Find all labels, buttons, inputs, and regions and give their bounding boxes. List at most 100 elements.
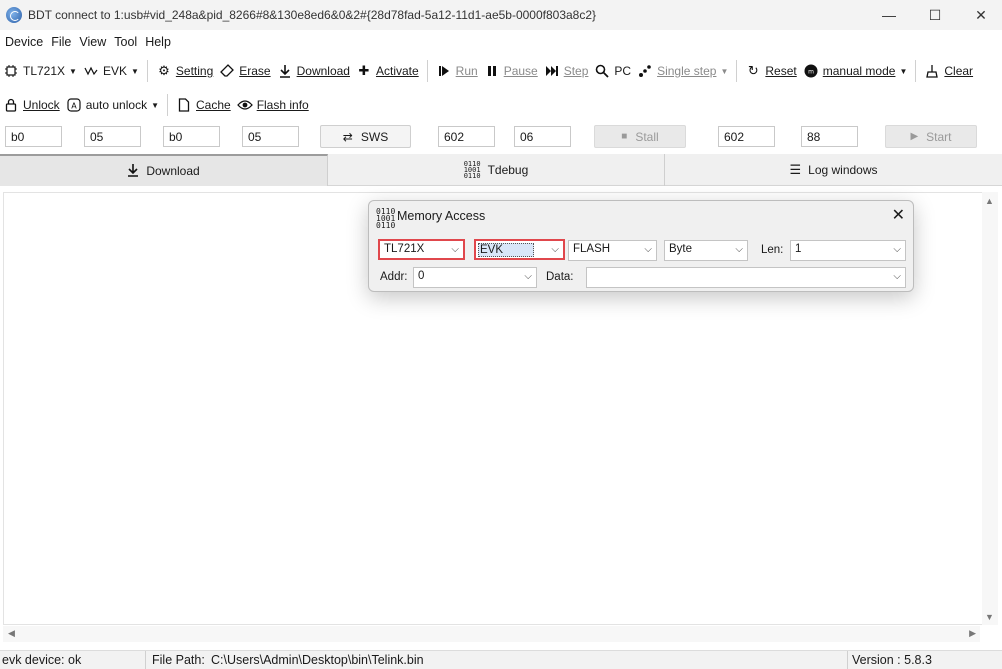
- erase-button[interactable]: Erase: [216, 58, 273, 84]
- auto-unlock-select[interactable]: A auto unlock ▼: [63, 92, 162, 118]
- dialog-memory-select[interactable]: FLASH ⌵: [568, 240, 657, 261]
- unlock-button[interactable]: Unlock: [0, 92, 63, 118]
- single-step-label: Single step: [657, 64, 717, 78]
- field-1[interactable]: b0: [5, 126, 62, 147]
- menu-device[interactable]: Device: [2, 35, 46, 49]
- eraser-icon: [219, 63, 235, 79]
- field-3[interactable]: b0: [163, 126, 220, 147]
- start-button[interactable]: ▶ Start: [885, 125, 977, 148]
- broom-icon: [924, 63, 940, 79]
- dialog-board-select[interactable]: EVK ⌵: [474, 239, 565, 260]
- mode-icon: m: [803, 63, 819, 79]
- version-label: Version : 5.8.3: [852, 653, 932, 667]
- clear-button[interactable]: Clear: [921, 58, 976, 84]
- sws-button[interactable]: ⇄ SWS: [320, 125, 411, 148]
- menu-help[interactable]: Help: [142, 35, 174, 49]
- svg-text:A: A: [71, 102, 77, 111]
- dialog-title: Memory Access: [397, 209, 486, 223]
- pc-label: PC: [614, 64, 632, 78]
- activate-label: Activate: [375, 64, 419, 78]
- minimize-button[interactable]: —: [866, 0, 912, 30]
- close-window-button[interactable]: ✕: [958, 0, 1002, 30]
- step-icon: [544, 63, 560, 79]
- board-select[interactable]: EVK ▼: [80, 58, 142, 84]
- field-8[interactable]: 88: [801, 126, 858, 147]
- stop-square-icon: ■: [621, 131, 628, 142]
- unlock-label: Unlock: [23, 98, 60, 112]
- pc-button[interactable]: PC: [591, 58, 634, 84]
- single-step-select[interactable]: Single step ▼: [634, 58, 731, 84]
- len-combobox[interactable]: 1 ⌵: [790, 240, 906, 261]
- menu-tool[interactable]: Tool: [111, 35, 140, 49]
- menu-view[interactable]: View: [76, 35, 109, 49]
- addr-value: 0: [418, 270, 425, 282]
- field-6[interactable]: 06: [514, 126, 571, 147]
- run-icon: [436, 63, 452, 79]
- setting-button[interactable]: ⚙ Setting: [153, 58, 216, 84]
- addr-combobox[interactable]: 0 ⌵: [413, 267, 537, 288]
- cache-button[interactable]: Cache: [173, 92, 234, 118]
- dialog-chip-value: TL721X: [384, 243, 425, 255]
- field-5[interactable]: 602: [438, 126, 495, 147]
- run-button[interactable]: Run: [433, 58, 481, 84]
- dialog-unit-select[interactable]: Byte ⌵: [664, 240, 748, 261]
- run-label: Run: [455, 64, 478, 78]
- stall-button[interactable]: ■ Stall: [594, 125, 686, 148]
- download-button[interactable]: Download: [274, 58, 353, 84]
- status-divider: [847, 651, 848, 669]
- tab-log-windows[interactable]: ☰ Log windows: [665, 154, 1002, 186]
- activate-button[interactable]: ✚ Activate: [353, 58, 422, 84]
- chevron-down-icon: ▼: [69, 66, 77, 76]
- chevron-down-icon: ⌵: [644, 244, 652, 255]
- file-path-value: C:\Users\Admin\Desktop\bin\Telink.bin: [211, 653, 424, 667]
- addr-label: Addr:: [380, 271, 408, 283]
- footsteps-icon: [637, 63, 653, 79]
- toolbar-separator: [915, 60, 917, 82]
- tab-download[interactable]: Download: [0, 154, 328, 186]
- scroll-left-icon[interactable]: ◀: [8, 628, 15, 639]
- dialog-unit-value: Byte: [669, 243, 693, 255]
- step-button[interactable]: Step: [541, 58, 592, 84]
- mode-select[interactable]: m manual mode ▼: [800, 58, 911, 84]
- main-toolbar: TL721X ▼ EVK ▼ ⚙ Setting Erase Download …: [0, 57, 1002, 85]
- refresh-icon: ↻: [747, 63, 759, 78]
- chevron-down-icon: ▼: [720, 66, 729, 76]
- toolbar-separator: [736, 60, 738, 82]
- menu-file[interactable]: File: [48, 35, 74, 49]
- padlock-icon: [3, 97, 19, 113]
- field-2[interactable]: 05: [84, 126, 141, 147]
- clear-label: Clear: [944, 64, 974, 78]
- field-7[interactable]: 602: [718, 126, 775, 147]
- pause-button[interactable]: Pause: [481, 58, 541, 84]
- secondary-toolbar: Unlock A auto unlock ▼ Cache Flash info: [0, 91, 1002, 119]
- toolbar-separator: [167, 94, 168, 116]
- close-icon[interactable]: ✕: [892, 205, 905, 225]
- flash-info-label: Flash info: [256, 98, 309, 112]
- title-bar: BDT connect to 1:usb#vid_248a&pid_8266#8…: [0, 0, 1002, 30]
- gear-icon: ⚙: [158, 63, 170, 78]
- scroll-right-icon[interactable]: ▶: [969, 628, 976, 639]
- chip-select[interactable]: TL721X ▼: [0, 58, 80, 84]
- chevron-down-icon: ⌵: [893, 271, 901, 282]
- menu-bar: Device File View Tool Help: [0, 31, 176, 53]
- memory-access-dialog: 0110 1001 0110 Memory Access ✕ TL721X ⌵ EV…: [368, 200, 914, 292]
- flash-info-button[interactable]: Flash info: [234, 92, 312, 118]
- horizontal-scrollbar[interactable]: ◀ ▶: [3, 626, 980, 642]
- maximize-button[interactable]: ☐: [912, 0, 958, 30]
- download-label: Download: [296, 64, 350, 78]
- scroll-up-icon[interactable]: ▲: [985, 196, 994, 206]
- plus-icon: ✚: [358, 63, 370, 78]
- auto-lock-icon: A: [66, 97, 82, 113]
- file-path-label: File Path:: [152, 653, 205, 667]
- tab-tdebug[interactable]: 0110 1001 0110 Tdebug: [328, 154, 665, 186]
- len-value: 1: [795, 243, 802, 255]
- reset-button[interactable]: ↻ Reset: [742, 58, 799, 84]
- vertical-scrollbar[interactable]: ▲ ▼: [982, 192, 998, 625]
- tab-bar: Download 0110 1001 0110 Tdebug ☰ Log windo…: [0, 154, 1002, 186]
- field-4[interactable]: 05: [242, 126, 299, 147]
- chevron-down-icon: ⌵: [893, 244, 901, 255]
- scroll-down-icon[interactable]: ▼: [985, 612, 994, 622]
- list-icon: ☰: [789, 162, 802, 177]
- dialog-chip-select[interactable]: TL721X ⌵: [378, 239, 465, 260]
- data-combobox[interactable]: ⌵: [586, 267, 906, 288]
